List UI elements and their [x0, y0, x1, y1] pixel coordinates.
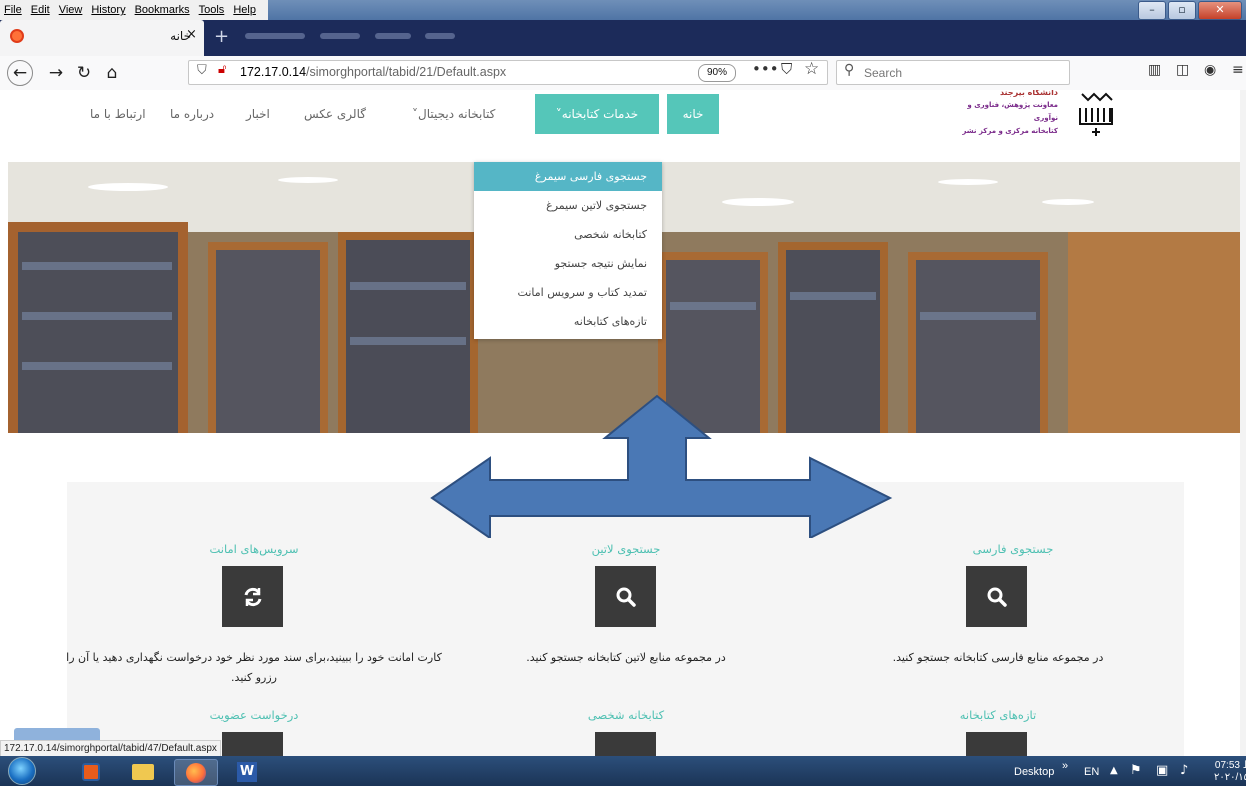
library-icon[interactable]: ▥ — [1148, 62, 1161, 78]
nav-news[interactable]: اخبار — [246, 107, 270, 121]
firefox-taskbar-icon[interactable] — [174, 759, 218, 786]
account-icon[interactable]: ◉ — [1204, 62, 1216, 78]
feature-title-latin-search[interactable]: جستجوی لاتین — [436, 542, 816, 556]
url-path: /simorghportal/tabid/21/Default.aspx — [306, 65, 507, 79]
logo-line: معاونت پژوهش، فناوری و نوآوری — [967, 101, 1058, 122]
web-page: ارتباط با ما درباره ما اخبار گالری عکس ک… — [0, 90, 1246, 756]
menubar: File Edit View History Bookmarks Tools H… — [0, 0, 265, 20]
dropdown-item-persian-search[interactable]: جستجوی فارسی سیمرغ — [474, 162, 662, 191]
clock-date: ۲۰۲۰/۱۵/۰۶ — [1214, 772, 1246, 783]
window-controls: – ▫ ✕ — [1138, 1, 1242, 20]
system-clock[interactable]: 07:53 ق.ظ ۲۰۲۰/۱۵/۰۶ — [1214, 760, 1246, 784]
feature-desc-loan-services: کارت امانت خود را ببینید،برای سند مورد ن… — [66, 651, 442, 684]
back-button[interactable]: ← — [7, 60, 33, 86]
annotation-arrows — [430, 394, 893, 538]
search-icon: ⚲ — [844, 62, 855, 78]
pocket-icon[interactable]: ⛉ — [781, 60, 792, 78]
logo-line: کتابخانه مرکزی و مرکز نشر — [962, 127, 1058, 135]
search-icon[interactable] — [966, 566, 1027, 627]
nav-contact[interactable]: ارتباط با ما — [90, 107, 146, 121]
nav-home[interactable]: خانه — [667, 94, 719, 134]
reload-button[interactable]: ↻ — [70, 60, 98, 86]
network-icon[interactable]: ▣ — [1156, 763, 1168, 778]
university-logo — [1079, 92, 1113, 136]
status-bar-url: 172.17.0.14/simorghportal/tabid/47/Defau… — [0, 740, 221, 756]
clock-time: 07:53 ق.ظ — [1214, 760, 1246, 771]
page-scrollbar[interactable] — [1240, 90, 1246, 756]
nav-library-services[interactable]: خدمات کتابخانه˅ — [535, 94, 659, 134]
insecure-lock-icon[interactable]: 🔓︎ — [218, 62, 226, 77]
feature-title-personal-library[interactable]: کتابخانه شخصی — [436, 708, 816, 722]
word-icon[interactable]: W — [226, 759, 268, 784]
feature-title-new-arrivals[interactable]: تازه‌های کتابخانه — [808, 708, 1188, 722]
forward-button[interactable]: → — [42, 60, 70, 86]
language-indicator[interactable]: EN — [1084, 766, 1099, 778]
zoom-indicator[interactable]: 90% — [698, 64, 736, 82]
desktop-toolbar[interactable]: Desktop — [1014, 766, 1054, 778]
blurred-tab — [425, 33, 455, 39]
search-icon[interactable] — [595, 566, 656, 627]
feature-title-persian-search[interactable]: جستجوی فارسی — [823, 542, 1203, 556]
nav-gallery[interactable]: گالری عکس — [304, 107, 366, 121]
menu-bookmarks[interactable]: Bookmarks — [135, 4, 190, 16]
logo-line: دانشگاه بیرجند — [999, 90, 1058, 97]
library-services-dropdown: جستجوی فارسی سیمرغ جستجوی لاتین سیمرغ کت… — [474, 162, 662, 339]
bookmark-star-icon[interactable]: ☆ — [804, 59, 819, 79]
dropdown-item-new-arrivals[interactable]: تازه‌های کتابخانه — [474, 307, 662, 336]
close-window-button[interactable]: ✕ — [1198, 1, 1242, 20]
menu-view[interactable]: View — [59, 4, 83, 16]
nav-about[interactable]: درباره ما — [170, 107, 214, 121]
action-center-flag-icon[interactable]: ⚑ — [1130, 763, 1142, 778]
dropdown-item-latin-search[interactable]: جستجوی لاتین سیمرغ — [474, 191, 662, 220]
media-player-icon[interactable] — [70, 759, 112, 784]
feature-title-membership-request[interactable]: درخواست عضویت — [64, 708, 444, 722]
firefox-favicon-icon — [10, 29, 24, 43]
membership-icon[interactable] — [222, 732, 283, 756]
tracking-shield-icon[interactable]: ⛉ — [197, 63, 207, 78]
refresh-icon[interactable] — [222, 566, 283, 627]
dropdown-item-search-results[interactable]: نمایش نتیجه جستجو — [474, 249, 662, 278]
personal-library-icon[interactable] — [595, 732, 656, 756]
hamburger-menu-icon[interactable]: ≡ — [1232, 62, 1244, 78]
minimize-button[interactable]: – — [1138, 1, 1166, 20]
feature-desc-persian-search: در مجموعه منابع فارسی کتابخانه جستجو کنی… — [892, 651, 1104, 664]
sidebar-icon[interactable]: ◫ — [1176, 62, 1189, 78]
url-text[interactable]: 172.17.0.14/simorghportal/tabid/21/Defau… — [240, 65, 506, 79]
blurred-tab — [245, 33, 305, 39]
new-arrivals-icon[interactable] — [966, 732, 1027, 756]
tray-up-arrow-icon[interactable]: ▲ — [1110, 765, 1118, 776]
blurred-tab — [320, 33, 360, 39]
menu-history[interactable]: History — [91, 4, 125, 16]
blurred-tab — [375, 33, 411, 39]
home-button[interactable]: ⌂ — [98, 60, 126, 86]
file-explorer-icon[interactable] — [122, 759, 164, 784]
menu-tools[interactable]: Tools — [199, 4, 225, 16]
university-name: دانشگاه بیرجند معاونت پژوهش، فناوری و نو… — [948, 90, 1058, 138]
menu-file[interactable]: File — [4, 4, 22, 16]
new-tab-button[interactable]: + — [214, 26, 229, 47]
search-input[interactable]: Search — [864, 66, 902, 80]
feature-title-loan-services[interactable]: سرویس‌های امانت — [64, 542, 444, 556]
dropdown-item-personal-library[interactable]: کتابخانه شخصی — [474, 220, 662, 249]
url-host: 172.17.0.14 — [240, 65, 307, 79]
nav-digital-library[interactable]: کتابخانه دیجیتال˅ — [412, 107, 495, 121]
toolbar-chevron[interactable]: » — [1062, 760, 1068, 772]
feature-desc-latin-search: در مجموعه منابع لاتین کتابخانه جستجو کنی… — [526, 651, 726, 664]
start-button[interactable] — [8, 757, 36, 785]
maximize-button[interactable]: ▫ — [1168, 1, 1196, 20]
menu-edit[interactable]: Edit — [31, 4, 50, 16]
page-actions-button[interactable]: ••• — [752, 60, 779, 78]
volume-icon[interactable]: ♪ — [1180, 763, 1188, 778]
annotation-arrow-shape — [430, 394, 893, 538]
menu-help[interactable]: Help — [233, 4, 256, 16]
dropdown-item-renew-loans[interactable]: تمدید کتاب و سرویس امانت — [474, 278, 662, 307]
tab-close-icon[interactable]: × — [186, 27, 197, 42]
